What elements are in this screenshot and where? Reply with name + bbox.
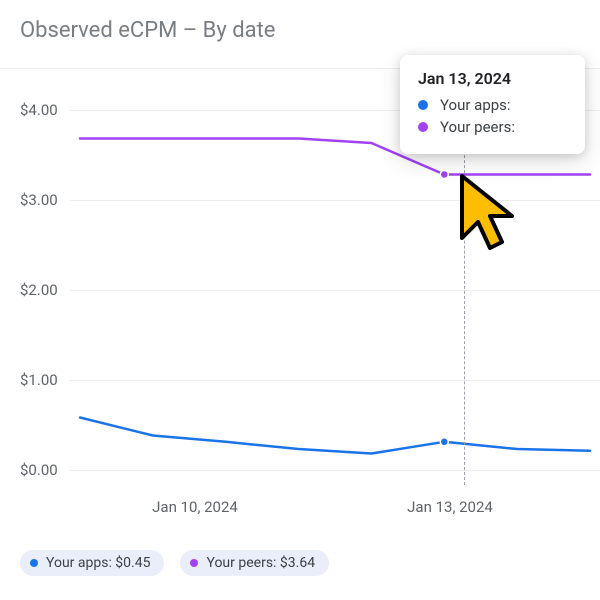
chart-tooltip: Jan 13, 2024 Your apps: Your peers:	[400, 55, 585, 154]
hover-guideline	[464, 140, 465, 485]
legend-label: Your apps: $0.45	[46, 555, 150, 571]
legend: Your apps: $0.45 Your peers: $3.64	[20, 550, 329, 576]
x-tick-label: Jan 13, 2024	[407, 498, 493, 516]
dot-icon	[190, 559, 198, 567]
tooltip-label: Your peers:	[440, 118, 515, 136]
y-tick-label: $1.00	[20, 371, 58, 389]
tooltip-row-your-peers: Your peers:	[418, 118, 553, 136]
legend-label: Your peers: $3.64	[206, 555, 315, 571]
y-tick-label: $0.00	[20, 461, 58, 479]
dot-icon	[418, 122, 428, 132]
y-tick-label: $4.00	[20, 101, 58, 119]
dot-icon	[30, 559, 38, 567]
x-tick-label: Jan 10, 2024	[152, 498, 238, 516]
tooltip-row-your-apps: Your apps:	[418, 96, 553, 114]
legend-pill-your-peers[interactable]: Your peers: $3.64	[180, 550, 329, 576]
y-tick-label: $2.00	[20, 281, 58, 299]
tooltip-label: Your apps:	[440, 96, 511, 114]
legend-pill-your-apps[interactable]: Your apps: $0.45	[20, 550, 164, 576]
y-tick-label: $3.00	[20, 191, 58, 209]
tooltip-date: Jan 13, 2024	[418, 69, 553, 88]
dot-icon	[418, 100, 428, 110]
